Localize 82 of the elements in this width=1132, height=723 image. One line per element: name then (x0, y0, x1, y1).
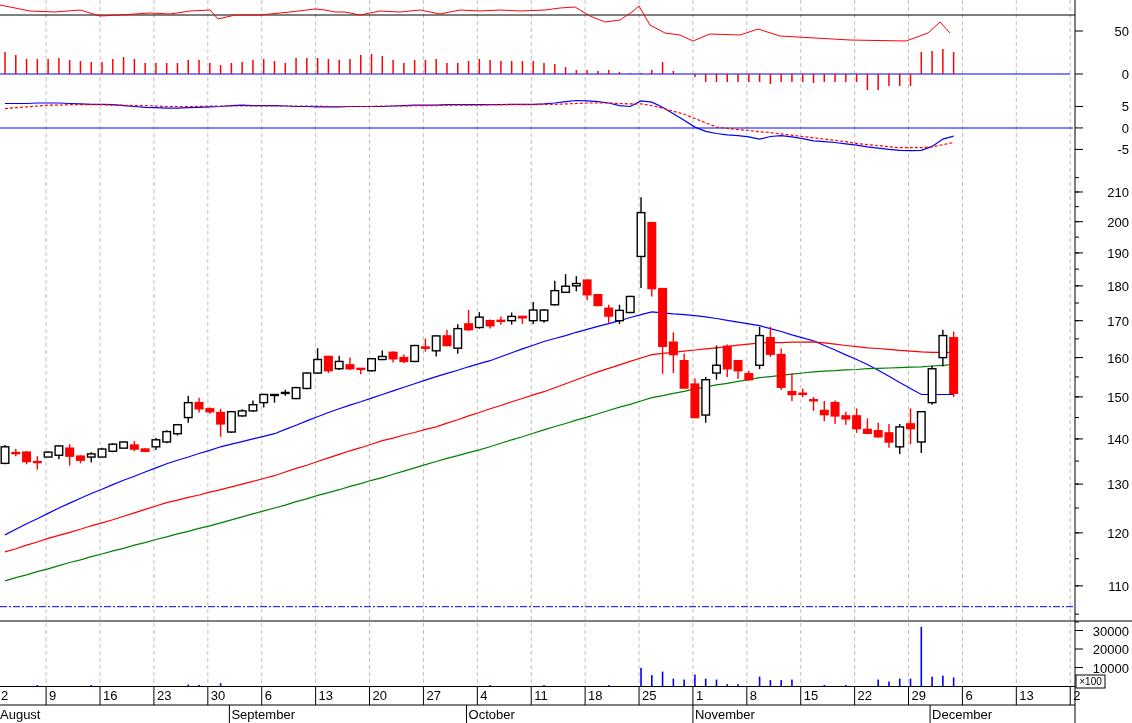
volume-bar (704, 678, 707, 686)
volume-bar (758, 676, 761, 686)
month-label: September (231, 707, 295, 722)
date-label: 16 (103, 688, 118, 703)
axis-label: 130 (1107, 477, 1129, 493)
axis-label: 200 (1107, 214, 1129, 230)
axis-label: 120 (1107, 525, 1129, 541)
date-label: 25 (642, 688, 657, 703)
volume-bar (952, 677, 955, 686)
axis-label: 50 (1114, 24, 1129, 39)
date-label: 8 (749, 688, 758, 703)
volume-bar (661, 671, 664, 686)
volume-bar (909, 678, 912, 686)
candlestick (895, 423, 905, 455)
axis-label: 0 (1121, 67, 1129, 82)
month-label: August (0, 707, 41, 722)
candlestick (119, 440, 129, 449)
candlestick (464, 309, 474, 332)
candlestick (388, 350, 398, 364)
axis-label: 210 (1107, 184, 1129, 200)
volume-bar (769, 680, 772, 686)
date-label: 23 (156, 688, 172, 703)
candlestick (916, 410, 926, 454)
date-label: 27 (426, 688, 441, 703)
candlestick (248, 399, 258, 413)
date-label: 9 (49, 688, 57, 703)
date-label: 2 (1073, 688, 1081, 703)
date-label: 6 (264, 688, 272, 703)
axis-label: 30000 (1092, 623, 1129, 639)
axis-label: 110 (1108, 578, 1129, 594)
month-label: December (932, 707, 993, 722)
candlestick (86, 451, 96, 464)
axis-label: 5 (1121, 99, 1129, 115)
axis-label: 150 (1107, 389, 1129, 405)
axis-label: 180 (1107, 278, 1129, 294)
axis-label: 190 (1107, 245, 1129, 261)
candlestick (690, 377, 700, 419)
axis-label: 10000 (1092, 660, 1129, 676)
candlestick (701, 376, 711, 424)
candlestick (604, 304, 614, 324)
candlestick (97, 447, 107, 458)
month-label: October (468, 707, 515, 722)
candlestick (927, 364, 937, 406)
date-label: 18 (588, 688, 603, 703)
axis-label: 160 (1107, 350, 1129, 366)
candlestick (334, 355, 344, 371)
date-label: 4 (480, 688, 488, 703)
volume-bar (715, 679, 718, 686)
axis-label: 0 (1121, 120, 1129, 136)
volume-bar (920, 626, 923, 686)
candlestick (561, 273, 571, 294)
candlestick (377, 349, 387, 361)
date-label: 29 (911, 688, 926, 703)
candlestick (571, 275, 581, 292)
volume-bar (219, 683, 222, 686)
unit-label: ×100 (1075, 674, 1106, 689)
date-label: 13 (1019, 688, 1034, 703)
month-label: November (694, 707, 755, 722)
candlestick (614, 304, 624, 325)
candlestick (765, 326, 775, 358)
candlestick (711, 344, 721, 381)
volume-bar (672, 678, 675, 686)
date-label: 15 (803, 688, 819, 703)
axis-label: 20000 (1092, 642, 1129, 657)
candlestick (108, 442, 118, 453)
candlestick (906, 407, 916, 445)
date-label: 11 (534, 688, 548, 703)
candlestick (625, 295, 635, 314)
axis-label: 170 (1107, 313, 1129, 329)
date-label: 20 (372, 688, 387, 703)
date-label: 30 (210, 688, 226, 703)
date-label: 22 (857, 688, 873, 703)
axis-label: -5 (1117, 142, 1129, 158)
candlestick (679, 352, 689, 389)
volume-bar (898, 678, 901, 686)
date-label: 6 (965, 688, 973, 703)
date-label: 2 (1, 688, 9, 703)
date-label: 1 (695, 688, 704, 703)
candlestick (162, 429, 172, 444)
date-label: 13 (318, 688, 334, 703)
axis-label: 140 (1107, 431, 1129, 447)
candlestick (496, 315, 506, 326)
